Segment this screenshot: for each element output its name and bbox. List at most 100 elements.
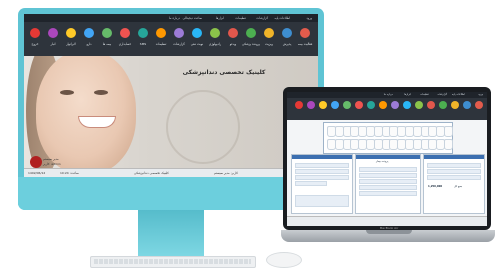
toolbar-icon[interactable] [343,101,351,109]
toolbar-button[interactable]: پرونده پزشکی [242,25,260,53]
toolbar-icon[interactable] [295,101,303,109]
toolbar-button[interactable]: تنظیمات [152,25,170,53]
macbook-model-label: MacBook Air [379,226,399,230]
tooth[interactable] [444,139,453,150]
toolbar-icon[interactable] [319,101,327,109]
drug-icon [84,28,94,38]
reception-icon [282,28,292,38]
insurance-icon [300,28,310,38]
status-date: 1402/06/12 [28,171,46,175]
menu-item[interactable]: ابزارها [216,14,224,22]
toolbar-icon[interactable] [331,101,339,109]
panel-header [292,155,352,159]
tooth-watermark-icon [166,90,240,164]
status-time: ساعت: 10:24 [60,171,79,175]
smiling-woman-image [36,56,136,168]
form-field[interactable] [295,175,349,180]
panel-header [424,155,484,159]
panel-header [356,155,420,159]
exit-icon [30,28,40,38]
eye-graphic [60,90,74,95]
toolbar-icon[interactable] [427,101,435,109]
avatar [30,156,42,168]
clinic-title: کلینیک تخصصی دندانپزشکی [182,69,266,76]
imac-hero-banner: کلینیک تخصصی دندانپزشکی مدیر سیستم کاربر… [24,56,318,168]
imac-stand [138,210,204,258]
toolbar-button[interactable]: دارو [80,25,98,53]
toolbar-button[interactable]: فعالیت بیمه [296,25,314,53]
user-role: کاربر: admin [43,162,61,166]
imac-menubar: ورود اطلاعات پایه گزارشات تنظیمات ابزارها ساع… [24,14,318,22]
toolbar-button[interactable]: SMS [134,25,152,53]
toolbar-button[interactable]: خروج [26,25,44,53]
form-field[interactable] [427,169,481,174]
toolbar-icon[interactable] [403,101,411,109]
toolbar-icon[interactable] [307,101,315,109]
menu-item[interactable]: اطلاعات پایه [274,14,290,22]
toolbar-button[interactable]: انبار [44,25,62,53]
toolbar-icon[interactable] [415,101,423,109]
user-name: مدیر سیستم [43,157,59,161]
total-label: جمع کل [454,185,463,188]
table-row[interactable] [359,167,417,172]
macbook-notch [366,230,412,234]
toolbar-icon[interactable] [475,101,483,109]
macbook-statusbar [287,216,487,226]
tooth[interactable] [444,126,453,137]
toolbar-button[interactable]: بیمه ها [98,25,116,53]
toolbar-icon[interactable] [451,101,459,109]
macbook-toolbar [287,98,487,120]
imac-screen: ورود اطلاعات پایه گزارشات تنظیمات ابزارها ساع… [24,14,318,177]
total-value: 1,250,000 [428,185,443,188]
insurances-icon [102,28,112,38]
menu-item[interactable]: درباره ما [169,14,180,22]
keyboard-keys [94,259,251,264]
dental-chart[interactable] [323,122,453,154]
table-row[interactable] [359,173,417,178]
toolbar-icon[interactable] [355,101,363,109]
visit-icon [264,28,274,38]
toolbar-button[interactable]: ویدئو [224,25,242,53]
menu-item[interactable]: گزارشات [256,14,268,22]
toolbar-button[interactable]: لابراتوار [62,25,80,53]
table-row[interactable] [359,191,417,196]
toolbar-button-label: خروج [31,42,39,46]
user-badge[interactable]: مدیر سیستم کاربر: admin [30,156,72,168]
patient-form-panel [291,154,353,214]
form-field[interactable] [295,181,327,186]
form-field[interactable] [427,175,481,180]
toolbar-button[interactable]: نوبت دهی [188,25,206,53]
panel-title: پرونده بیمار [376,160,389,163]
smile-graphic [78,116,116,128]
toolbar-icon[interactable] [367,101,375,109]
toolbar-icon[interactable] [439,101,447,109]
eye-graphic [94,90,108,95]
toolbar-button[interactable]: گزارشات [170,25,188,53]
toolbar-button[interactable]: حسابداری [116,25,134,53]
form-field[interactable] [295,169,349,174]
toolbar-icon[interactable] [391,101,399,109]
toolbar-icon[interactable] [463,101,471,109]
table-row[interactable] [359,185,417,190]
menu-item[interactable]: تنظیمات [235,14,246,22]
menu-item[interactable]: ساعت دیجیتالی [183,14,202,22]
status-clinic: کلینیک تخصصی دندانپزشکی [134,171,169,175]
menu-item[interactable]: ورود [306,14,312,22]
form-field[interactable] [427,163,481,168]
treatment-panel: پرونده بیمار [355,154,421,214]
toolbar-button[interactable]: پذیرش [278,25,296,53]
keyboard [90,256,256,268]
radiology-icon [210,28,220,38]
macbook-screen: ورود اطلاعات پایه گزارشات تنظیمات ابزارها درب… [287,92,487,226]
toolbar-icon[interactable] [379,101,387,109]
appointment-icon [192,28,202,38]
form-field[interactable] [295,163,349,168]
notes-field[interactable] [295,195,349,207]
mouse [266,252,302,268]
settings-icon [156,28,166,38]
medical-file-icon [246,28,256,38]
toolbar-button[interactable]: رادیولوژی [206,25,224,53]
toolbar-button[interactable]: ویزیت [260,25,278,53]
table-row[interactable] [359,179,417,184]
warehouse-icon [48,28,58,38]
